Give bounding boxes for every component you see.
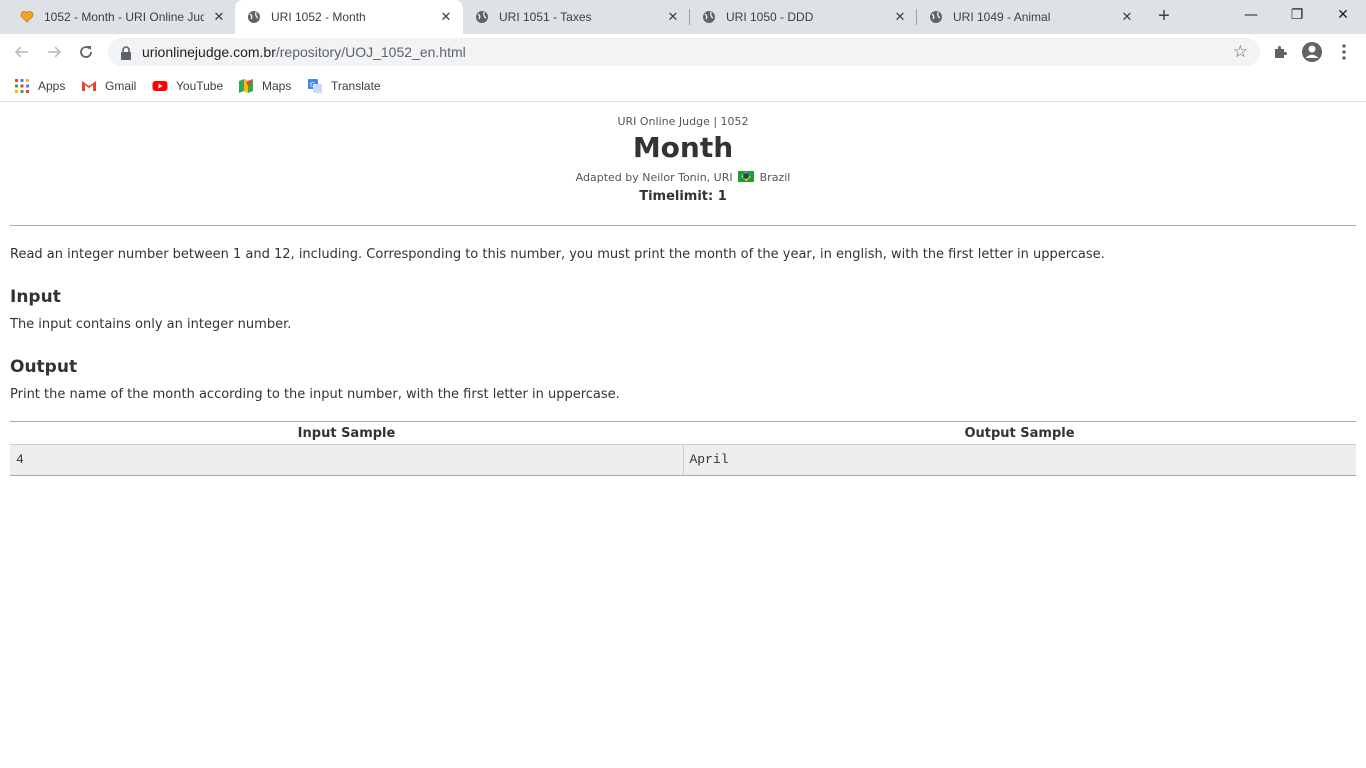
address-bar[interactable]: urionlinejudge.com.br/repository/UOJ_105… bbox=[108, 38, 1260, 66]
tab-uri-1050-ddd[interactable]: URI 1050 - DDD ✕ bbox=[690, 0, 916, 34]
bookmark-label: YouTube bbox=[176, 79, 224, 93]
tab-uri-1052-month[interactable]: URI 1052 - Month ✕ bbox=[235, 0, 463, 34]
tab-uri-1049-animal[interactable]: URI 1049 - Animal ✕ bbox=[917, 0, 1143, 34]
tab-title: URI 1051 - Taxes bbox=[499, 10, 592, 24]
input-description: The input contains only an integer numbe… bbox=[10, 317, 292, 332]
close-window-button[interactable]: ✕ bbox=[1320, 0, 1366, 30]
heart-icon bbox=[20, 10, 34, 24]
bookmark-gmail[interactable]: Gmail bbox=[81, 76, 136, 96]
profile-avatar-icon[interactable] bbox=[1300, 40, 1324, 64]
apps-grid-icon bbox=[14, 78, 30, 94]
input-heading: Input bbox=[10, 287, 61, 307]
tab-uri-1051-taxes[interactable]: URI 1051 - Taxes ✕ bbox=[463, 0, 689, 34]
youtube-icon bbox=[152, 78, 168, 94]
translate-icon: G bbox=[307, 78, 323, 94]
author-text: Adapted by Neilor Tonin, URI bbox=[575, 171, 733, 184]
url-host: urionlinejudge.com.br bbox=[142, 44, 276, 60]
bookmark-star-icon[interactable]: ☆ bbox=[1233, 42, 1248, 62]
lock-icon bbox=[120, 45, 132, 60]
menu-kebab-icon[interactable] bbox=[1332, 40, 1356, 64]
output-sample-value: April bbox=[682, 445, 1357, 475]
close-tab-icon[interactable]: ✕ bbox=[437, 8, 455, 26]
input-sample-value: 4 bbox=[16, 452, 24, 467]
globe-icon bbox=[702, 10, 716, 24]
tab-title: URI 1052 - Month bbox=[271, 10, 366, 24]
bookmark-translate[interactable]: G Translate bbox=[307, 76, 381, 96]
bookmark-maps[interactable]: Maps bbox=[238, 76, 291, 96]
input-sample-header: Input Sample bbox=[297, 426, 396, 441]
reload-icon bbox=[80, 46, 92, 58]
bookmark-apps[interactable]: Apps bbox=[14, 76, 65, 96]
globe-icon bbox=[475, 10, 489, 24]
bookmark-label: Gmail bbox=[105, 79, 137, 93]
minimize-button[interactable]: — bbox=[1228, 0, 1274, 30]
extensions-puzzle-icon[interactable] bbox=[1268, 40, 1292, 64]
globe-icon bbox=[247, 10, 261, 24]
close-tab-icon[interactable]: ✕ bbox=[891, 8, 909, 26]
samples-table: Input Sample Output Sample 4 April bbox=[10, 421, 1356, 476]
forward-button[interactable] bbox=[40, 38, 68, 66]
problem-description: Read an integer number between 1 and 12,… bbox=[10, 247, 1105, 262]
globe-icon bbox=[929, 10, 943, 24]
maps-icon bbox=[238, 78, 254, 94]
bookmark-label: Maps bbox=[262, 79, 292, 93]
output-description: Print the name of the month according to… bbox=[10, 387, 620, 402]
brazil-flag-icon bbox=[738, 171, 755, 182]
maximize-button[interactable]: ❐ bbox=[1274, 0, 1320, 30]
url-path: /repository/UOJ_1052_en.html bbox=[275, 44, 466, 60]
svg-text:G: G bbox=[310, 81, 315, 89]
country-text: Brazil bbox=[759, 171, 791, 184]
author-line: Adapted by Neilor Tonin, URI Brazil bbox=[0, 171, 1366, 184]
timelimit: Timelimit: 1 bbox=[639, 189, 727, 204]
back-button[interactable] bbox=[8, 38, 36, 66]
forward-arrow-icon bbox=[48, 46, 62, 58]
bookmarks-bar: Apps Gmail YouTube Maps G Translate bbox=[0, 70, 1366, 102]
tab-title: URI 1049 - Animal bbox=[953, 10, 1051, 24]
gmail-icon bbox=[81, 78, 97, 94]
samples-header-row: Input Sample Output Sample bbox=[10, 422, 1356, 445]
page-title: Month bbox=[632, 131, 734, 164]
output-heading: Output bbox=[10, 357, 78, 377]
tab-title: 1052 - Month - URI Online Judge bbox=[44, 10, 204, 24]
tab-1052-uri-online-judge[interactable]: 1052 - Month - URI Online Judge ✕ bbox=[8, 0, 234, 34]
new-tab-button[interactable]: + bbox=[1153, 6, 1175, 28]
browser-toolbar: urionlinejudge.com.br/repository/UOJ_105… bbox=[0, 34, 1366, 70]
tab-strip: 1052 - Month - URI Online Judge ✕ URI 10… bbox=[0, 0, 1366, 34]
close-tab-icon[interactable]: ✕ bbox=[1118, 8, 1136, 26]
reload-button[interactable] bbox=[72, 38, 100, 66]
bookmark-label: Apps bbox=[38, 79, 66, 93]
judge-line: URI Online Judge | 1052 bbox=[617, 115, 749, 128]
tab-title: URI 1050 - DDD bbox=[726, 10, 814, 24]
bookmark-youtube[interactable]: YouTube bbox=[152, 76, 223, 96]
close-tab-icon[interactable]: ✕ bbox=[664, 8, 682, 26]
problem-page: URI Online Judge | 1052 Month Adapted by… bbox=[0, 103, 1366, 768]
output-sample-header: Output Sample bbox=[964, 426, 1075, 441]
close-tab-icon[interactable]: ✕ bbox=[210, 8, 228, 26]
samples-data-row: 4 April bbox=[10, 445, 1356, 475]
back-arrow-icon bbox=[14, 46, 28, 58]
bookmark-label: Translate bbox=[331, 79, 381, 93]
url-text: urionlinejudge.com.br/repository/UOJ_105… bbox=[142, 44, 466, 60]
header-divider bbox=[10, 225, 1356, 226]
